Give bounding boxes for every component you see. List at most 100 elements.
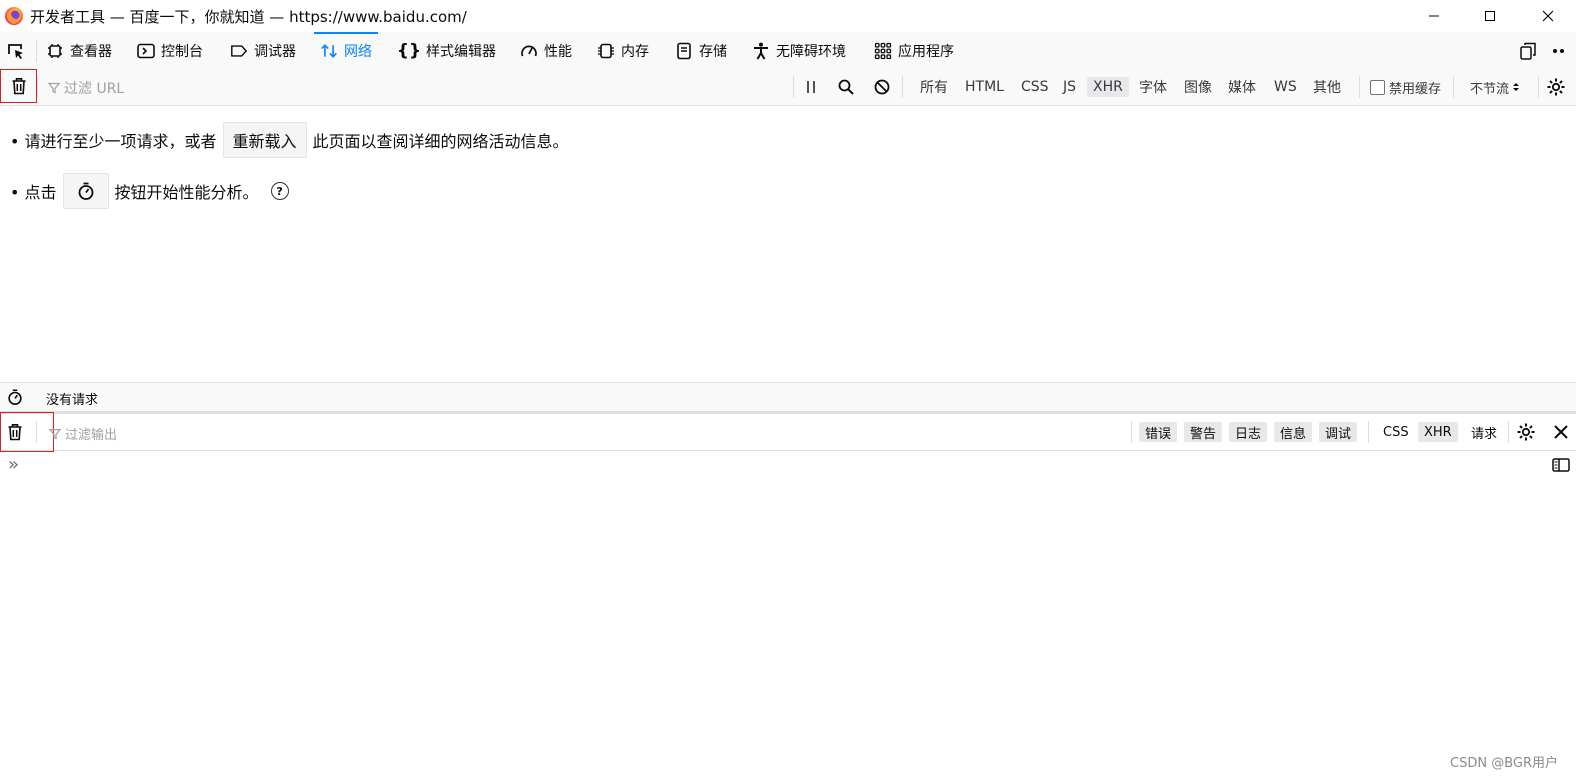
close-window-button[interactable] [1525, 0, 1571, 32]
url-filter-placeholder: 过滤 URL [64, 81, 125, 97]
filter-fonts[interactable]: 字体 [1139, 69, 1167, 105]
tab-accessibility[interactable]: 无障碍环境 [746, 32, 852, 69]
toolbar-separator [1131, 421, 1132, 443]
tab-label: 应用程序 [898, 43, 954, 60]
filter-icon [49, 428, 61, 439]
accessibility-icon [752, 42, 770, 60]
url-filter-input[interactable]: 过滤 URL [48, 78, 124, 98]
tab-label: 查看器 [70, 43, 112, 60]
toolbar-separator [1453, 76, 1454, 98]
filter-debug[interactable]: 调试 [1319, 422, 1358, 442]
tab-label: 样式编辑器 [426, 43, 496, 60]
help-icon[interactable]: ? [270, 182, 289, 200]
filter-requests-messages[interactable]: 请求 [1471, 422, 1497, 442]
gear-icon [1547, 78, 1565, 96]
element-picker-button[interactable] [0, 32, 32, 69]
start-performance-analysis-button[interactable] [62, 173, 109, 209]
filter-errors[interactable]: 错误 [1139, 422, 1178, 442]
maximize-icon [1485, 11, 1495, 21]
notice-line-reload: • 请进行至少一项请求，或者 重新载入 此页面以查阅详细的网络活动信息。 [10, 122, 569, 158]
sidebar-toggle-icon [1552, 458, 1570, 472]
filter-xhr-messages[interactable]: XHR [1418, 422, 1458, 442]
ellipsis-icon [1553, 49, 1564, 53]
tab-debugger[interactable]: 调试器 [224, 32, 302, 69]
console-filter-placeholder: 过滤输出 [65, 428, 118, 443]
filter-all[interactable]: 所有 [920, 69, 948, 105]
gear-icon [1517, 423, 1535, 441]
tab-storage[interactable]: 存储 [669, 32, 733, 69]
filter-warnings[interactable]: 警告 [1184, 422, 1223, 442]
watermark-text: CSDN @BGR用户 [1450, 756, 1558, 771]
more-options-button[interactable] [1548, 41, 1570, 61]
tab-label: 无障碍环境 [776, 43, 846, 60]
toolbar-separator [1508, 421, 1509, 443]
filter-css[interactable]: CSS [1021, 69, 1049, 105]
tab-label: 调试器 [254, 43, 296, 60]
editor-mode-button[interactable] [1552, 457, 1570, 473]
tab-inspector[interactable]: 查看器 [40, 32, 118, 69]
tab-label: 性能 [544, 43, 572, 60]
console-filter-input[interactable]: 过滤输出 [49, 424, 117, 443]
pause-button[interactable] [801, 77, 821, 97]
application-icon [874, 42, 892, 60]
close-split-console-button[interactable] [1551, 422, 1571, 442]
toolbar-separator [36, 421, 37, 443]
notice-text: • 点击 [10, 183, 57, 202]
toolbar-separator [902, 76, 903, 98]
toolbar-separator [793, 76, 794, 98]
filter-js[interactable]: JS [1063, 69, 1076, 105]
filter-css-messages[interactable]: CSS [1383, 422, 1409, 442]
tab-label: 内存 [621, 43, 649, 60]
toolbar-separator [1368, 421, 1369, 443]
network-settings-button[interactable] [1546, 77, 1566, 97]
tab-label: 控制台 [161, 43, 203, 60]
reload-button[interactable]: 重新载入 [222, 122, 307, 158]
tab-performance[interactable]: 性能 [514, 32, 578, 69]
filter-logs[interactable]: 日志 [1229, 422, 1268, 442]
minimize-button[interactable] [1411, 0, 1457, 32]
tab-console[interactable]: 控制台 [131, 32, 209, 69]
close-icon [1554, 425, 1568, 439]
toolbar-separator [1538, 76, 1539, 98]
filter-images[interactable]: 图像 [1184, 69, 1212, 105]
tab-network[interactable]: 网络 [314, 32, 378, 69]
pause-icon [807, 81, 815, 93]
filter-ws[interactable]: WS [1274, 69, 1297, 105]
clear-console-button[interactable] [0, 412, 54, 452]
element-picker-icon [8, 43, 23, 59]
notice-line-performance: • 点击 按钮开始性能分析。 ? [10, 173, 289, 209]
performance-analysis-button[interactable] [6, 388, 24, 406]
tab-label: 网络 [344, 43, 372, 60]
console-icon [137, 42, 155, 60]
tab-memory[interactable]: 内存 [591, 32, 655, 69]
checkbox-box [1370, 79, 1385, 95]
maximize-button[interactable] [1467, 0, 1513, 32]
console-input[interactable] [40, 453, 1540, 477]
clear-network-log-button[interactable] [0, 69, 37, 103]
block-icon [874, 79, 890, 95]
block-requests-button[interactable] [872, 77, 892, 97]
console-settings-button[interactable] [1516, 422, 1536, 442]
console-prompt-icon: » [8, 454, 20, 475]
disable-cache-checkbox[interactable]: 禁用缓存 [1370, 69, 1441, 105]
disable-cache-label: 禁用缓存 [1389, 81, 1442, 97]
filter-media[interactable]: 媒体 [1228, 69, 1256, 105]
filter-info[interactable]: 信息 [1274, 422, 1313, 442]
throttling-select[interactable]: 不节流 [1470, 69, 1520, 105]
dock-side-icon [1520, 42, 1536, 60]
filter-html[interactable]: HTML [965, 69, 1004, 105]
search-button[interactable] [836, 77, 856, 97]
toolbar-separator [36, 40, 37, 62]
inspector-icon [46, 42, 64, 60]
notice-text: 按钮开始性能分析。 [114, 183, 259, 202]
dock-options-button[interactable] [1516, 41, 1540, 61]
tab-application[interactable]: 应用程序 [868, 32, 960, 69]
select-arrows-icon [1513, 83, 1520, 91]
filter-xhr[interactable]: XHR [1087, 77, 1129, 97]
storage-icon [675, 42, 693, 60]
filter-other[interactable]: 其他 [1313, 69, 1341, 105]
search-icon [838, 79, 854, 95]
tab-style-editor[interactable]: {} 样式编辑器 [392, 32, 502, 69]
performance-icon [520, 42, 538, 60]
network-icon [320, 42, 338, 60]
